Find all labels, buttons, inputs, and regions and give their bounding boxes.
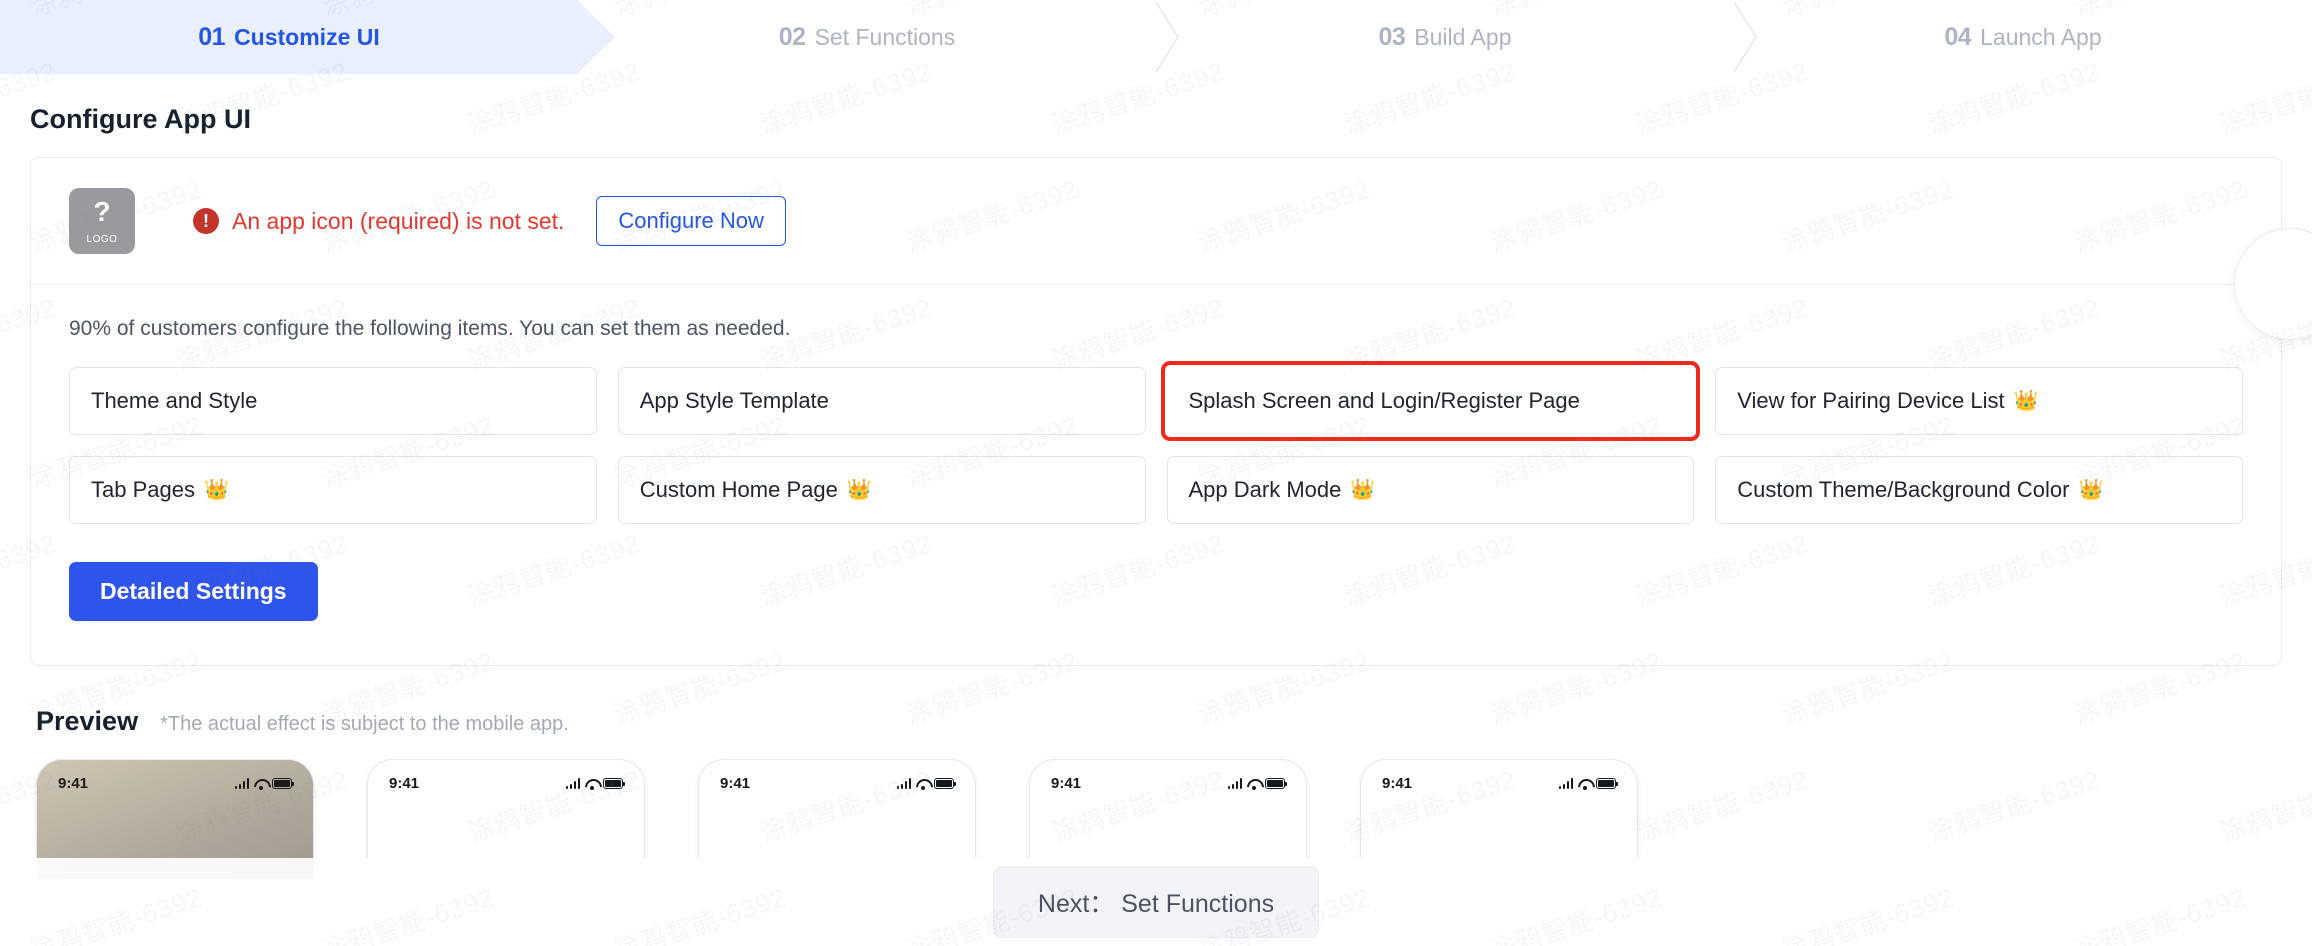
crown-icon: 👑 bbox=[2078, 479, 2104, 501]
app-logo-placeholder[interactable]: ? Logo bbox=[69, 188, 135, 254]
option-custom-theme-background-color[interactable]: Custom Theme/Background Color 👑 bbox=[1715, 456, 2243, 524]
preview-title: Preview bbox=[36, 706, 139, 736]
crown-icon: 👑 bbox=[203, 479, 229, 501]
option-label: Theme and Style bbox=[91, 388, 258, 413]
options-hint-text: 90% of customers configure the following… bbox=[69, 317, 791, 340]
option-theme-and-style[interactable]: Theme and Style bbox=[69, 367, 597, 435]
status-bar-time: 9:41 bbox=[1051, 775, 1082, 792]
option-label: Custom Theme/Background Color bbox=[1737, 477, 2070, 502]
option-label: Custom Home Page bbox=[639, 477, 838, 502]
step-number: 02 bbox=[778, 22, 806, 51]
phone-status-bar: 9:41 bbox=[1030, 760, 1306, 792]
cellular-signal-icon bbox=[565, 778, 580, 789]
question-mark-icon: ? bbox=[93, 195, 111, 227]
step-number: 01 bbox=[198, 22, 226, 51]
options-section: 90% of customers configure the following… bbox=[31, 285, 2281, 665]
wifi-icon bbox=[254, 778, 267, 790]
wizard-footer: Next： Set Functions bbox=[0, 858, 2312, 946]
step-label: Launch App bbox=[1980, 23, 2102, 50]
step-chevron-icon bbox=[1155, 1, 1179, 73]
option-app-dark-mode[interactable]: App Dark Mode 👑 bbox=[1166, 456, 1695, 524]
status-bar-icons bbox=[234, 778, 295, 790]
step-label: Build App bbox=[1414, 23, 1512, 50]
option-label: View for Pairing Device List bbox=[1737, 388, 2005, 413]
app-root: 01 Customize UI 02 Set Functions 03 Buil… bbox=[0, 0, 2312, 946]
status-bar-icons bbox=[1227, 778, 1288, 790]
preview-header: Preview *The actual effect is subject to… bbox=[30, 706, 2282, 737]
step-item-launch-app[interactable]: 04 Launch App bbox=[1734, 0, 2312, 74]
step-number: 03 bbox=[1378, 22, 1406, 51]
app-icon-warning-row: ? Logo ! An app icon (required) is not s… bbox=[31, 158, 2281, 285]
configure-app-ui-card: ? Logo ! An app icon (required) is not s… bbox=[30, 157, 2282, 666]
status-bar-icons bbox=[1558, 778, 1619, 790]
option-label: App Dark Mode bbox=[1188, 477, 1342, 502]
option-label: Tab Pages bbox=[91, 477, 195, 502]
error-exclamation-icon: ! bbox=[193, 208, 219, 234]
page-title: Configure App UI bbox=[30, 104, 251, 134]
option-splash-screen-and-login-register-page[interactable]: Splash Screen and Login/Register Page bbox=[1160, 361, 1701, 441]
step-chevron-fill-icon bbox=[577, 0, 615, 74]
configure-now-button[interactable]: Configure Now bbox=[596, 196, 786, 246]
page-content: Configure App UI ? Logo ! An app icon (r… bbox=[0, 104, 2312, 879]
option-app-style-template[interactable]: App Style Template bbox=[617, 367, 1146, 435]
cellular-signal-icon bbox=[1227, 778, 1242, 789]
phone-status-bar: 9:41 bbox=[37, 760, 313, 792]
cellular-signal-icon bbox=[896, 778, 911, 789]
wifi-icon bbox=[1578, 778, 1591, 790]
cellular-signal-icon bbox=[234, 778, 249, 789]
battery-icon bbox=[1265, 778, 1288, 789]
battery-icon bbox=[603, 778, 626, 789]
preview-note: *The actual effect is subject to the mob… bbox=[160, 713, 569, 735]
option-view-for-pairing-device-list[interactable]: View for Pairing Device List 👑 bbox=[1715, 367, 2243, 435]
step-item-set-functions[interactable]: 02 Set Functions bbox=[578, 0, 1179, 74]
crown-icon: 👑 bbox=[1350, 479, 1376, 501]
option-label: Splash Screen and Login/Register Page bbox=[1188, 388, 1580, 413]
phone-status-bar: 9:41 bbox=[699, 760, 975, 792]
step-item-customize-ui[interactable]: 01 Customize UI bbox=[0, 0, 615, 74]
status-bar-time: 9:41 bbox=[720, 775, 751, 792]
battery-icon bbox=[1596, 778, 1619, 789]
step-label: Customize UI bbox=[234, 23, 380, 50]
cellular-signal-icon bbox=[1558, 778, 1573, 789]
warning-message-text: An app icon (required) is not set. bbox=[232, 207, 565, 234]
battery-icon bbox=[272, 778, 295, 789]
step-chevron-icon bbox=[1733, 1, 1757, 73]
crown-icon: 👑 bbox=[846, 479, 872, 501]
option-custom-home-page[interactable]: Custom Home Page 👑 bbox=[617, 456, 1146, 524]
battery-icon bbox=[934, 778, 957, 789]
option-tab-pages[interactable]: Tab Pages 👑 bbox=[69, 456, 597, 524]
status-bar-icons bbox=[896, 778, 957, 790]
step-item-build-app[interactable]: 03 Build App bbox=[1156, 0, 1757, 74]
option-label: App Style Template bbox=[639, 388, 829, 413]
status-bar-time: 9:41 bbox=[389, 775, 420, 792]
status-bar-time: 9:41 bbox=[1382, 775, 1413, 792]
options-grid: Theme and Style App Style Template Splas… bbox=[69, 361, 2243, 524]
step-number: 04 bbox=[1944, 22, 1972, 51]
next-step-button[interactable]: Next： Set Functions bbox=[992, 866, 1320, 938]
step-label: Set Functions bbox=[814, 23, 956, 50]
logo-placeholder-label: Logo bbox=[86, 228, 118, 245]
wifi-icon bbox=[1247, 778, 1260, 790]
wifi-icon bbox=[916, 778, 929, 790]
phone-status-bar: 9:41 bbox=[368, 760, 644, 792]
status-bar-time: 9:41 bbox=[58, 775, 89, 792]
wizard-step-bar: 01 Customize UI 02 Set Functions 03 Buil… bbox=[0, 0, 2312, 74]
detailed-settings-button[interactable]: Detailed Settings bbox=[69, 562, 318, 621]
warning-message-group: ! An app icon (required) is not set. bbox=[193, 208, 564, 235]
wifi-icon bbox=[585, 778, 598, 790]
phone-status-bar: 9:41 bbox=[1361, 760, 1637, 792]
status-bar-icons bbox=[565, 778, 626, 790]
crown-icon: 👑 bbox=[2013, 390, 2039, 412]
